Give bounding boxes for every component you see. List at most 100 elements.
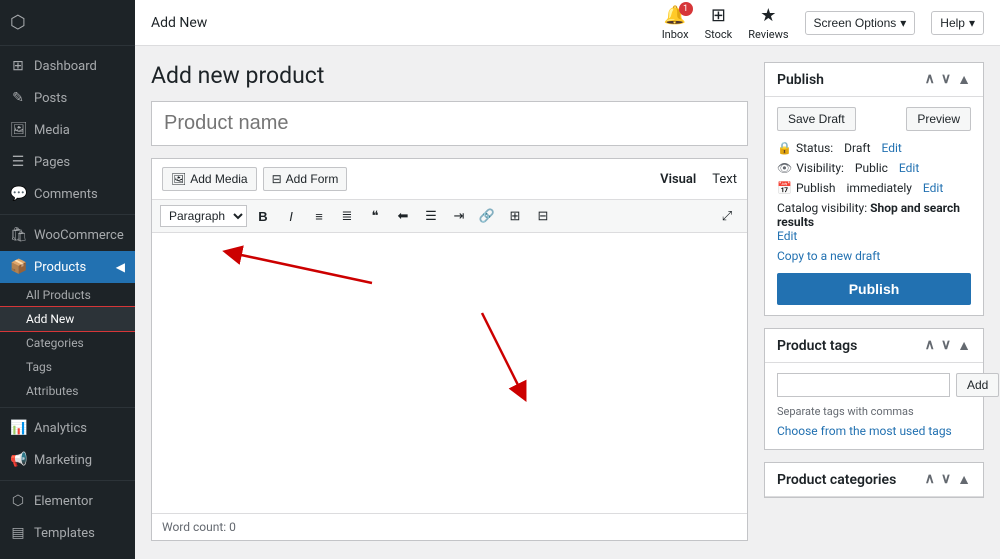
sidebar-item-marketing[interactable]: 📢 Marketing (0, 444, 135, 476)
sidebar-item-label: Media (34, 123, 70, 138)
table-button[interactable]: ⊞ (503, 204, 527, 228)
publish-metabox: Publish ∧ ∨ ▲ Save Draft Preview 🔒 Statu… (764, 62, 984, 316)
collapse-down-icon[interactable]: ∨ (941, 71, 951, 88)
sidebar-sub-tags[interactable]: Tags (0, 355, 135, 379)
text-tab[interactable]: Text (712, 172, 737, 187)
visual-tab[interactable]: Visual (660, 172, 696, 187)
sidebar-item-elementor[interactable]: ⬡ Elementor (0, 485, 135, 517)
sidebar-item-comments[interactable]: 💬 Comments (0, 178, 135, 210)
unordered-list-button[interactable]: ≡ (307, 204, 331, 228)
close-icon[interactable]: ▲ (957, 71, 971, 88)
sidebar-item-dashboard[interactable]: ⊞ Dashboard (0, 50, 135, 82)
calendar-icon: 📅 (777, 181, 792, 195)
sidebar-item-label: Marketing (34, 453, 92, 468)
editor-toolbar-left: 🖼 Add Media ⊟ Add Form (162, 167, 347, 191)
word-count: Word count: 0 (162, 520, 236, 534)
publish-button[interactable]: Publish (777, 273, 971, 305)
inbox-badge: 1 (679, 2, 693, 16)
sidebar-item-posts[interactable]: ✎ Posts (0, 82, 135, 114)
reviews-icon: ★ (760, 5, 776, 26)
content-area: Add new product 🖼 Add Media ⊟ Add Form V… (151, 62, 748, 543)
link-button[interactable]: 🔗 (475, 204, 499, 228)
save-draft-button[interactable]: Save Draft (777, 107, 856, 131)
add-media-button[interactable]: 🖼 Add Media (162, 167, 257, 191)
editor-body[interactable] (152, 233, 747, 513)
tag-hint: Separate tags with commas (777, 405, 971, 418)
help-button[interactable]: Help ▾ (931, 11, 984, 35)
products-icon: 📦 (10, 259, 26, 275)
ordered-list-button[interactable]: ≣ (335, 204, 359, 228)
sidebar-item-label: Dashboard (34, 59, 97, 74)
sidebar-item-wpforms[interactable]: ⊞ WPForms (0, 549, 135, 559)
sidebar-item-analytics[interactable]: 📊 Analytics (0, 412, 135, 444)
visibility-row: 👁 Visibility: Public Edit (777, 161, 971, 175)
sidebar: ⬡ ⊞ Dashboard ✎ Posts 🖼 Media ☰ Pages 💬 … (0, 0, 135, 559)
visibility-icon: 👁 (777, 161, 792, 175)
publish-actions: Save Draft Preview (777, 107, 971, 131)
status-edit-link[interactable]: Edit (881, 141, 901, 155)
bold-button[interactable]: B (251, 204, 275, 228)
paragraph-select[interactable]: Paragraph (160, 205, 247, 227)
visibility-edit-link[interactable]: Edit (899, 161, 919, 175)
preview-button[interactable]: Preview (906, 107, 971, 131)
close-icon[interactable]: ▲ (957, 337, 971, 354)
add-form-button[interactable]: ⊟ Add Form (263, 167, 348, 191)
collapse-up-icon[interactable]: ∧ (925, 471, 935, 488)
blockquote-button[interactable]: ❝ (363, 204, 387, 228)
publish-metabox-body: Save Draft Preview 🔒 Status: Draft Edit … (765, 97, 983, 315)
stock-button[interactable]: ⊞ Stock (705, 5, 733, 41)
editor-format-bar: Paragraph B I ≡ ≣ ❝ ⬅ ☰ ⇥ 🔗 ⊞ ⊟ ⤢ (152, 200, 747, 233)
choose-tags-link[interactable]: Choose from the most used tags (777, 424, 952, 438)
add-tag-button[interactable]: Add (956, 373, 999, 397)
more-button[interactable]: ⊟ (531, 204, 555, 228)
add-media-icon: 🖼 (171, 172, 186, 186)
tag-input[interactable] (777, 373, 950, 397)
sidebar-item-media[interactable]: 🖼 Media (0, 114, 135, 146)
publish-label: Publish (796, 181, 836, 195)
sidebar-item-label: WooCommerce (34, 228, 124, 243)
inbox-button[interactable]: 1 🔔 Inbox (662, 5, 689, 41)
sidebar-item-products[interactable]: 📦 Products ◀ (0, 251, 135, 283)
add-form-label: Add Form (286, 172, 339, 186)
close-icon[interactable]: ▲ (957, 471, 971, 488)
align-right-button[interactable]: ⇥ (447, 204, 471, 228)
collapse-down-icon[interactable]: ∨ (941, 337, 951, 354)
italic-button[interactable]: I (279, 204, 303, 228)
publish-edit-link[interactable]: Edit (923, 181, 943, 195)
pages-icon: ☰ (10, 154, 26, 170)
sidebar-item-label: Elementor (34, 494, 93, 509)
page-title: Add new product (151, 62, 748, 89)
sidebar-item-label: Pages (34, 155, 70, 170)
collapse-down-icon[interactable]: ∨ (941, 471, 951, 488)
product-name-input[interactable] (151, 101, 748, 146)
align-left-button[interactable]: ⬅ (391, 204, 415, 228)
align-center-button[interactable]: ☰ (419, 204, 443, 228)
collapse-up-icon[interactable]: ∧ (925, 337, 935, 354)
reviews-label: Reviews (748, 28, 788, 41)
sidebar-sub-categories[interactable]: Categories (0, 331, 135, 355)
collapse-up-icon[interactable]: ∧ (925, 71, 935, 88)
fullscreen-button[interactable]: ⤢ (715, 204, 739, 228)
sidebar-item-woocommerce[interactable]: 🛍 WooCommerce (0, 219, 135, 251)
sidebar-item-templates[interactable]: ▤ Templates (0, 517, 135, 549)
sidebar-item-pages[interactable]: ☰ Pages (0, 146, 135, 178)
sidebar-sub-attributes[interactable]: Attributes (0, 379, 135, 403)
status-icon: 🔒 (777, 141, 792, 155)
elementor-icon: ⬡ (10, 493, 26, 509)
catalog-edit-link[interactable]: Edit (777, 229, 797, 243)
chevron-down-icon: ▾ (900, 16, 906, 30)
copy-draft-link[interactable]: Copy to a new draft (777, 249, 971, 263)
product-categories-header: Product categories ∧ ∨ ▲ (765, 463, 983, 497)
sidebar-item-label: Products (34, 260, 86, 275)
status-label: Status: (796, 141, 833, 155)
sidebar-sub-all-products[interactable]: All Products (0, 283, 135, 307)
stock-icon: ⊞ (711, 5, 726, 26)
publish-value: immediately (847, 181, 912, 195)
reviews-button[interactable]: ★ Reviews (748, 5, 788, 41)
editor-wrapper: 🖼 Add Media ⊟ Add Form Visual Text Parag… (151, 158, 748, 541)
sidebar-sub-add-new[interactable]: Add New (0, 307, 135, 331)
topbar-right: 1 🔔 Inbox ⊞ Stock ★ Reviews Screen Optio… (662, 5, 984, 41)
dashboard-icon: ⊞ (10, 58, 26, 74)
publish-header-controls: ∧ ∨ ▲ (925, 71, 971, 88)
screen-options-button[interactable]: Screen Options ▾ (805, 11, 916, 35)
